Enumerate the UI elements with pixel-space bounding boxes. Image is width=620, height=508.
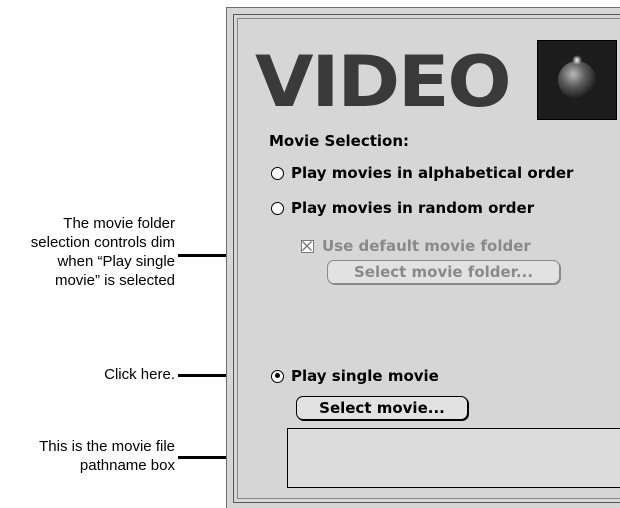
video-title: VIDEO — [255, 41, 512, 123]
use-default-folder-label[interactable]: Use default movie folder — [322, 237, 531, 255]
callout-pathname-note: This is the movie file pathname box — [39, 437, 175, 475]
radio-random-label[interactable]: Play movies in random order — [291, 199, 534, 217]
logo-highlight — [572, 55, 582, 65]
select-movie-label: Select movie... — [319, 399, 445, 417]
movie-pathname-box[interactable] — [287, 428, 620, 488]
callout-dim-line-4: movie” is selected — [54, 272, 175, 289]
select-movie-folder-label: Select movie folder... — [353, 263, 534, 281]
checkbox-x-icon — [302, 240, 312, 251]
video-logo-icon — [537, 40, 617, 120]
callout-click-note: Click here. — [104, 366, 175, 383]
video-control-panel: VIDEO Movie Selection: Play movies in al… — [226, 7, 620, 508]
radio-random-option[interactable]: Play movies in random order — [271, 199, 534, 217]
movie-selection-label: Movie Selection: — [269, 132, 410, 150]
callout-pathname-line-1: This is the movie file — [39, 438, 175, 455]
callout-dim-note: The movie folder selection controls dim … — [31, 214, 175, 290]
callout-pathname-line-2: pathname box — [79, 457, 175, 474]
select-movie-button[interactable]: Select movie... — [296, 396, 468, 420]
radio-single-option[interactable]: Play single movie — [271, 367, 439, 385]
radio-single[interactable] — [271, 369, 284, 383]
callout-dim-line-1: The movie folder — [63, 215, 175, 232]
callout-dim-line-2: selection controls dim — [30, 234, 175, 251]
radio-single-label[interactable]: Play single movie — [291, 367, 439, 385]
use-default-folder-checkbox[interactable] — [301, 239, 314, 253]
use-default-folder-option[interactable]: Use default movie folder — [301, 237, 531, 255]
radio-alphabetical-label[interactable]: Play movies in alphabetical order — [291, 164, 573, 182]
radio-alphabetical[interactable] — [271, 166, 284, 180]
logo-orb — [558, 61, 596, 99]
select-movie-folder-button[interactable]: Select movie folder... — [327, 260, 560, 284]
radio-random[interactable] — [271, 201, 284, 215]
radio-alphabetical-option[interactable]: Play movies in alphabetical order — [271, 164, 573, 182]
callout-dim-line-3: when “Play single — [57, 253, 175, 270]
